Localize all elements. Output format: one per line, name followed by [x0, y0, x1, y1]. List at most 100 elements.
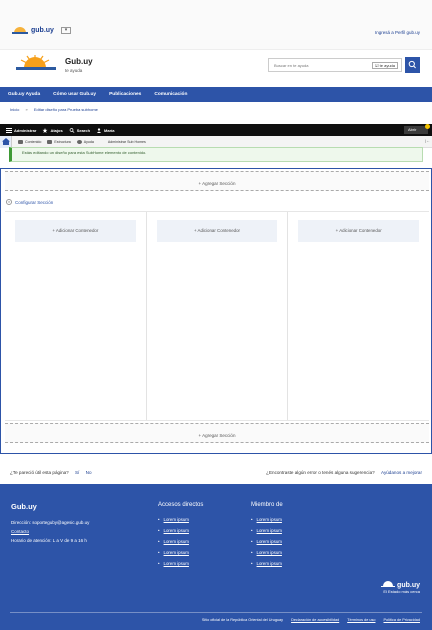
add-section-bottom[interactable]: + Agregar Sección — [5, 423, 429, 443]
nav-publicaciones[interactable]: Publicaciones — [109, 92, 141, 97]
footer-link[interactable]: Lorem ipsum — [158, 558, 203, 569]
help-icon — [76, 139, 82, 144]
toolbar-atajos-label: Atajos — [50, 127, 63, 133]
toolbar-administrar[interactable]: Administrar — [6, 127, 37, 133]
layout-builder: + Agregar Sección × Configurar Sección +… — [0, 168, 432, 454]
feedback-yes-button[interactable]: Sí — [75, 470, 79, 475]
tray-subhomes[interactable]: Administrar Sub Homes — [108, 140, 146, 144]
tray-estructura-label: Estructura — [54, 139, 71, 144]
add-section-label: + Agregar Sección — [198, 433, 236, 438]
star-icon — [42, 127, 48, 133]
site-subtitle: te ayuda — [65, 68, 83, 73]
tray-subhomes-label: Administrar Sub Homes — [107, 139, 146, 144]
footer-official-site: Sitio oficial de la República Oriental d… — [201, 618, 284, 622]
collapse-tray-icon[interactable]: |← — [425, 138, 430, 143]
status-message: Estás editando un diseño para esta SubHo… — [9, 147, 423, 162]
feedback-bar: ¿Te pareció útil esta página? Sí No ¿Enc… — [0, 466, 432, 480]
toolbar-atajos[interactable]: Atajos — [42, 127, 63, 133]
configure-section-label: Configurar Sección — [15, 199, 54, 205]
toolbar-search[interactable]: Search — [69, 128, 90, 133]
home-icon — [1, 138, 10, 145]
toolbar-user[interactable]: María — [96, 128, 114, 133]
region-second: + Adicionar Contenedor — [147, 212, 289, 420]
add-section-top[interactable]: + Agregar Sección — [5, 171, 429, 191]
tray-ayuda-label: Ayuda — [83, 139, 94, 144]
footer-shortcuts-title: Accesos directos — [158, 502, 204, 508]
search-box[interactable]: Buscar en te ayuda ☑ te ayuda — [268, 58, 402, 72]
nav-gubuy-ayuda[interactable]: Gub.uy Ayuda — [8, 92, 40, 97]
footer-title: Gub.uy — [11, 502, 37, 511]
configure-section-link[interactable]: × Configurar Sección — [6, 199, 53, 205]
region-first: + Adicionar Contenedor — [5, 212, 147, 420]
search-scope-label: te ayuda — [379, 63, 395, 68]
feedback-question-text: ¿Te pareció útil esta página? — [10, 470, 69, 475]
toolbar-administrar-label: Administrar — [14, 127, 37, 133]
sun-logo-icon — [12, 27, 28, 34]
footer-link[interactable]: Lorem ipsum — [251, 536, 283, 547]
section-regions: + Adicionar Contenedor + Adicionar Conte… — [5, 211, 429, 421]
brand-label: gub.uy — [31, 27, 54, 34]
toolbar-abrir-label: Abrir — [408, 127, 417, 132]
dropdown-icon[interactable]: ▾ — [60, 27, 71, 34]
feedback-no-button[interactable]: No — [86, 470, 92, 475]
footer-link[interactable]: Lorem ipsum — [158, 536, 203, 547]
gub-uy-brand[interactable]: gub.uy ▾ — [12, 27, 71, 34]
nav-comunicacion[interactable]: Comunicación — [154, 92, 187, 97]
footer-divider — [10, 612, 422, 613]
add-section-label: + Agregar Sección — [198, 181, 236, 186]
sun-logo-icon — [381, 581, 396, 587]
status-message-text: Estás editando un diseño para esta SubHo… — [22, 150, 147, 155]
footer-accessibility-link[interactable]: Declaración de accesibilidad — [291, 618, 339, 622]
nav-como-usar[interactable]: Cómo usar Gub.uy — [53, 92, 96, 97]
search-scope-checkbox[interactable]: ☑ te ayuda — [371, 62, 398, 69]
feedback-error: ¿Encontraste algún error o tenés alguna … — [266, 470, 422, 475]
footer-link[interactable]: Lorem ipsum — [158, 514, 203, 525]
toolbar-abrir[interactable]: Abrir — [404, 124, 430, 134]
feedback-question: ¿Te pareció útil esta página? Sí No — [10, 470, 92, 475]
footer-brand: gub.uy El Estado más cerca — [381, 580, 420, 594]
breadcrumb-home[interactable]: Inicio — [10, 107, 19, 112]
footer-link[interactable]: Lorem ipsum — [158, 547, 203, 558]
breadcrumb-separator: » — [25, 107, 28, 112]
main-nav: Gub.uy Ayuda Cómo usar Gub.uy Publicacio… — [0, 87, 432, 102]
add-block-button[interactable]: + Adicionar Contenedor — [298, 220, 420, 242]
tray-estructura[interactable]: Estructura — [47, 139, 71, 144]
home-button[interactable] — [0, 135, 12, 148]
footer-link[interactable]: Lorem ipsum — [251, 525, 283, 536]
add-block-button[interactable]: + Adicionar Contenedor — [156, 220, 278, 242]
breadcrumb: Inicio » Editar diseño para Prueba subho… — [10, 107, 103, 112]
site-logo-icon[interactable] — [16, 55, 56, 73]
add-block-button[interactable]: + Adicionar Contenedor — [15, 220, 136, 242]
search-button[interactable] — [405, 57, 420, 73]
footer-brand-name: gub.uy — [381, 580, 420, 589]
footer-terms-link[interactable]: Términos de uso — [347, 618, 375, 622]
footer-member: Miembro de Lorem ipsum Lorem ipsum Lorem… — [251, 502, 283, 569]
login-link[interactable]: Ingresá a Perfil gub.uy — [375, 30, 420, 35]
footer-privacy-link[interactable]: Política de Privacidad — [383, 618, 420, 622]
footer-brand-tagline: El Estado más cerca — [383, 589, 420, 594]
tray-contenido[interactable]: Contenido — [18, 139, 42, 144]
footer-contact-link[interactable]: Contacto — [11, 529, 29, 534]
tray-contenido-label: Contenido — [25, 139, 42, 144]
tray-ayuda[interactable]: Ayuda — [76, 139, 94, 144]
region-third: + Adicionar Contenedor — [288, 212, 429, 420]
footer-link[interactable]: Lorem ipsum — [251, 514, 283, 525]
footer-link[interactable]: Lorem ipsum — [251, 558, 283, 569]
admin-toolbar: Administrar Atajos Search María Abrir — [0, 124, 432, 136]
search-input[interactable]: Buscar en te ayuda — [274, 63, 308, 68]
remove-section-icon[interactable]: × — [6, 199, 12, 205]
footer-hours: Horario de atención: L a V de 9 a 16 h — [11, 538, 87, 543]
footer-email: Dirección: soporteguby@agesic.gub.uy — [11, 520, 90, 525]
site-title[interactable]: Gub.uy — [65, 57, 93, 66]
site-footer: Gub.uy Dirección: soporteguby@agesic.gub… — [0, 484, 432, 630]
notification-badge — [425, 124, 430, 129]
top-bar: gub.uy ▾ Ingresá a Perfil gub.uy — [0, 0, 432, 50]
footer-shortcuts: Accesos directos Lorem ipsum Lorem ipsum… — [158, 502, 203, 569]
document-icon — [18, 139, 23, 144]
user-icon — [96, 127, 102, 133]
footer-link[interactable]: Lorem ipsum — [158, 525, 203, 536]
footer-link[interactable]: Lorem ipsum — [251, 547, 283, 558]
footer-contact: Dirección: soporteguby@agesic.gub.uy Con… — [11, 518, 89, 545]
feedback-help-link[interactable]: Ayúdanos a mejorar — [381, 470, 422, 475]
breadcrumb-current: Editar diseño para Prueba subhome — [33, 107, 98, 112]
